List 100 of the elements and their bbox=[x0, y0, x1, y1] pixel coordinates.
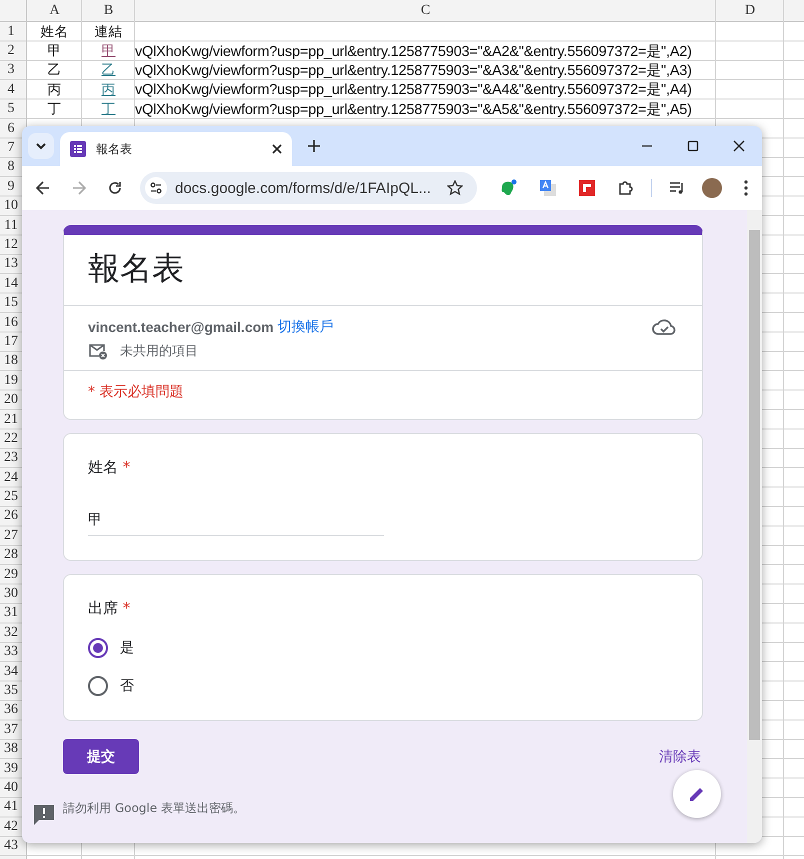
report-icon[interactable] bbox=[33, 804, 55, 826]
site-settings-icon[interactable] bbox=[145, 177, 167, 199]
row-number[interactable]: 24 bbox=[0, 468, 22, 488]
close-icon[interactable] bbox=[272, 144, 282, 154]
row-number[interactable]: 1 bbox=[0, 22, 22, 42]
account-email: vincent.teacher@gmail.com bbox=[88, 319, 274, 335]
row-number[interactable]: 21 bbox=[0, 410, 22, 430]
reload-icon[interactable] bbox=[108, 181, 122, 195]
link[interactable]: 丁 bbox=[102, 100, 116, 118]
row-number[interactable]: 19 bbox=[0, 371, 22, 390]
row-number[interactable]: 32 bbox=[0, 623, 22, 642]
question-title: 姓名 * bbox=[88, 458, 132, 477]
row-number[interactable]: 8 bbox=[0, 158, 22, 178]
table-cell-text: 甲 bbox=[46, 42, 62, 61]
new-tab-icon[interactable] bbox=[308, 140, 320, 152]
pencil-icon bbox=[688, 785, 706, 803]
row-number[interactable]: 22 bbox=[0, 429, 22, 449]
more-icon[interactable] bbox=[744, 180, 748, 196]
question-title: 出席 * bbox=[88, 599, 132, 618]
table-cell-text: 乙 bbox=[46, 61, 62, 80]
footer-note: 請勿利用 Google 表單送出密碼。 bbox=[63, 800, 245, 817]
table-cell-text: 丁 bbox=[46, 100, 62, 119]
row-number[interactable]: 36 bbox=[0, 700, 22, 720]
scrollbar-thumb[interactable] bbox=[749, 230, 760, 740]
row-number[interactable]: 20 bbox=[0, 390, 22, 410]
row-number[interactable]: 23 bbox=[0, 448, 22, 468]
row-number[interactable]: 4 bbox=[0, 80, 22, 100]
row-number[interactable]: 3 bbox=[0, 60, 22, 80]
row-number[interactable]: 17 bbox=[0, 332, 22, 352]
row-number[interactable]: 7 bbox=[0, 138, 22, 158]
browser-tab[interactable]: 報名表 bbox=[60, 132, 292, 166]
flipboard-icon[interactable] bbox=[579, 180, 595, 196]
form-title: 報名表 bbox=[64, 235, 702, 306]
extensions-icon[interactable] bbox=[617, 179, 635, 197]
row-number[interactable]: 35 bbox=[0, 681, 22, 701]
row-number[interactable]: 43 bbox=[0, 836, 22, 856]
row-number[interactable]: 2 bbox=[0, 41, 22, 61]
bookmark-star-icon[interactable] bbox=[447, 180, 463, 196]
row-number[interactable]: 39 bbox=[0, 758, 22, 778]
row-number[interactable]: 5 bbox=[0, 100, 22, 119]
required-note: * 表示必填問題 bbox=[87, 383, 184, 402]
radio-button[interactable] bbox=[88, 638, 108, 658]
maximize-icon[interactable] bbox=[687, 140, 699, 152]
row-number[interactable]: 26 bbox=[0, 506, 22, 526]
formula-text: vQlXhoKwg/viewform?usp=pp_url&entry.1258775903="&A3&"&entry.556097372=是",A3) bbox=[135, 62, 693, 80]
formula-text: vQlXhoKwg/viewform?usp=pp_url&entry.1258775903="&A2&"&entry.556097372=是",A2) bbox=[135, 42, 693, 61]
translate-icon[interactable] bbox=[539, 179, 557, 197]
row-number[interactable]: 27 bbox=[0, 526, 22, 546]
row-number[interactable]: 16 bbox=[0, 312, 22, 332]
option-label: 是 bbox=[120, 639, 134, 657]
radio-button[interactable] bbox=[88, 676, 108, 696]
link[interactable]: 丙 bbox=[102, 80, 116, 99]
row-number[interactable]: 13 bbox=[0, 254, 22, 274]
option-label: 否 bbox=[120, 677, 134, 695]
back-icon[interactable] bbox=[36, 181, 50, 195]
formula-text: vQlXhoKwg/viewform?usp=pp_url&entry.1258775903="&A4&"&entry.556097372=是",A4) bbox=[135, 81, 693, 100]
row-number[interactable]: 9 bbox=[0, 177, 22, 197]
avatar[interactable] bbox=[702, 178, 722, 198]
row-number[interactable]: 11 bbox=[0, 216, 22, 236]
mail-off-icon bbox=[88, 342, 108, 360]
row-number[interactable]: 25 bbox=[0, 487, 22, 507]
table-cell-text: 連結 bbox=[94, 22, 124, 42]
answer-field[interactable]: 甲 bbox=[88, 507, 384, 536]
row-number[interactable]: 6 bbox=[0, 118, 22, 138]
row-number[interactable]: 33 bbox=[0, 642, 22, 662]
row-number[interactable]: 40 bbox=[0, 778, 22, 798]
close-icon[interactable] bbox=[733, 140, 745, 152]
column-header[interactable]: B bbox=[82, 0, 135, 22]
row-number[interactable]: 10 bbox=[0, 196, 22, 216]
address-bar[interactable]: docs.google.com/forms/d/e/1FAIpQL... bbox=[140, 172, 477, 204]
row-number[interactable]: 28 bbox=[0, 546, 22, 565]
scrollbar[interactable] bbox=[747, 210, 762, 843]
row-number[interactable]: 18 bbox=[0, 352, 22, 372]
row-number[interactable]: 12 bbox=[0, 235, 22, 255]
link[interactable]: 乙 bbox=[102, 61, 116, 80]
row-number[interactable]: 29 bbox=[0, 564, 22, 584]
clear-form-link[interactable]: 清除表 bbox=[659, 748, 701, 766]
link[interactable]: 甲 bbox=[102, 42, 116, 60]
switch-account-link[interactable]: 切換帳戶 bbox=[278, 318, 334, 336]
tab-search-button[interactable] bbox=[28, 133, 54, 159]
row-number[interactable]: 30 bbox=[0, 584, 22, 604]
submit-button[interactable]: 提交 bbox=[63, 739, 139, 774]
column-header[interactable]: D bbox=[716, 0, 784, 22]
row-number[interactable]: 42 bbox=[0, 817, 22, 836]
row-number[interactable]: 31 bbox=[0, 604, 22, 624]
table-cell-text: 姓名 bbox=[40, 22, 70, 42]
formula-text: vQlXhoKwg/viewform?usp=pp_url&entry.1258775903="&A5&"&entry.556097372=是",A5) bbox=[135, 100, 693, 119]
edit-button[interactable] bbox=[673, 770, 721, 818]
not-shared-text: 未共用的項目 bbox=[120, 343, 198, 360]
column-header[interactable]: A bbox=[27, 0, 82, 22]
row-number[interactable]: 41 bbox=[0, 798, 22, 818]
row-number[interactable]: 37 bbox=[0, 720, 22, 740]
row-number[interactable]: 15 bbox=[0, 293, 22, 313]
table-cell-text: 丙 bbox=[46, 80, 62, 100]
column-header[interactable]: C bbox=[135, 0, 716, 22]
form-icon bbox=[70, 141, 86, 157]
row-number[interactable]: 14 bbox=[0, 274, 22, 294]
row-number[interactable]: 38 bbox=[0, 739, 22, 759]
cloud-check-icon bbox=[652, 318, 676, 336]
row-number[interactable]: 34 bbox=[0, 662, 22, 682]
